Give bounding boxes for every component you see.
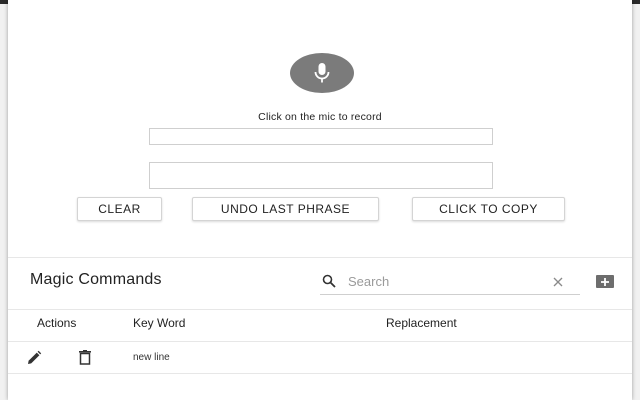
plus-icon (601, 277, 609, 286)
row-keyword: new line (133, 352, 170, 363)
mic-button[interactable] (290, 53, 354, 93)
record-prompt: Click on the mic to record (258, 111, 382, 123)
column-header-replacement: Replacement (386, 316, 457, 330)
extension-popup: Click on the mic to record CLEAR UNDO LA… (8, 0, 632, 400)
search-input[interactable] (348, 272, 544, 290)
undo-last-phrase-button[interactable]: UNDO LAST PHRASE (192, 197, 379, 221)
search-box (320, 270, 580, 295)
add-command-button[interactable] (596, 275, 614, 288)
column-header-actions: Actions (37, 316, 77, 330)
row-divider (8, 373, 632, 374)
section-divider (8, 257, 632, 258)
column-header-keyword: Key Word (133, 316, 186, 330)
microphone-icon (314, 63, 330, 83)
close-icon[interactable] (552, 276, 564, 288)
pencil-icon[interactable] (26, 350, 42, 366)
transcript-field[interactable] (149, 128, 493, 145)
magic-commands-title: Magic Commands (30, 271, 162, 288)
clear-button[interactable]: CLEAR (77, 197, 162, 221)
header-divider-top (8, 309, 632, 310)
click-to-copy-button[interactable]: CLICK TO COPY (412, 197, 565, 221)
output-field[interactable] (149, 162, 493, 189)
trash-icon[interactable] (78, 350, 92, 365)
search-icon (322, 274, 336, 288)
header-divider-bottom (8, 341, 632, 342)
